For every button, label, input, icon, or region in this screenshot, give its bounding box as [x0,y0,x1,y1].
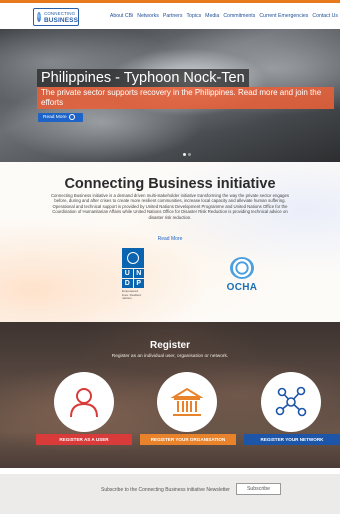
undp-letter: D [122,279,133,288]
newsletter-text: Subscribe to the Connecting Business ini… [101,487,230,493]
logo-text: CONNECTING BUSINESS [44,11,78,24]
nav-media[interactable]: Media [205,13,219,19]
building-icon [170,387,204,416]
organisation-circle[interactable] [157,372,217,432]
register-subtitle: Register as an individual user, organisa… [111,354,229,359]
undp-logo[interactable]: U N D P Empowered lives. Resilient natio… [122,248,144,308]
site-logo[interactable]: CONNECTING BUSINESS [33,8,79,26]
main-nav: About CBi Networks Partners Topics Media… [110,13,338,19]
subscribe-button[interactable]: Subscribe [236,483,281,495]
arrow-circle-icon [68,113,75,120]
intro-section: Connecting Business initiative Connectin… [0,162,340,322]
intro-title: Connecting Business initiative [64,176,276,192]
intro-body: Connecting Business initiative is a dema… [50,193,290,220]
nav-topics[interactable]: Topics [186,13,201,19]
intro-read-more-link[interactable]: Read More [0,236,340,242]
hero-read-more-label: Read More [43,115,67,120]
undp-caption: Empowered lives. Resilient nations. [122,289,142,301]
register-user-button[interactable]: REGISTER AS A USER [36,434,132,445]
nav-current-emergencies[interactable]: Current Emergencies [259,13,308,19]
site-header: CONNECTING BUSINESS About CBi Networks P… [0,3,340,29]
register-section: Register Register as an individual user,… [0,322,340,468]
un-emblem-icon [230,257,254,279]
user-circle[interactable] [54,372,114,432]
register-title: Register [149,340,190,351]
slider-dots [183,153,191,156]
undp-letters: U N D P [122,269,144,288]
nav-about[interactable]: About CBi [110,13,133,19]
slider-dot[interactable] [188,153,191,156]
nav-partners[interactable]: Partners [163,13,183,19]
hero-banner: Philippines - Typhoon Nock-Ten The priva… [0,29,340,162]
hero-subtitle: The private sector supports recovery in … [37,87,334,109]
globe-icon [37,12,41,22]
nav-contact[interactable]: Contact Us [312,13,338,19]
ocha-label: OCHA [226,282,258,293]
ocha-logo[interactable]: OCHA [223,257,261,293]
hero-title: Philippines - Typhoon Nock-Ten [37,69,249,87]
nav-commitments[interactable]: Commitments [223,13,255,19]
undp-letter: P [133,279,144,288]
logo-line1: CONNECTING [43,10,76,16]
undp-letter: N [133,269,144,278]
register-organisation-button[interactable]: REGISTER YOUR ORGANISATION [140,434,236,445]
slider-dot[interactable] [183,153,186,156]
network-circle[interactable] [261,372,321,432]
register-network-button[interactable]: REGISTER YOUR NETWORK [244,434,340,445]
user-icon [70,388,98,418]
hero-read-more-button[interactable]: Read More [38,113,83,122]
newsletter-footer: Subscribe to the Connecting Business ini… [0,474,340,514]
logo-line2: BUSINESS [43,16,78,24]
nav-networks[interactable]: Networks [137,13,159,19]
network-icon [275,386,307,417]
un-emblem-icon [122,248,144,268]
undp-letter: U [122,269,133,278]
